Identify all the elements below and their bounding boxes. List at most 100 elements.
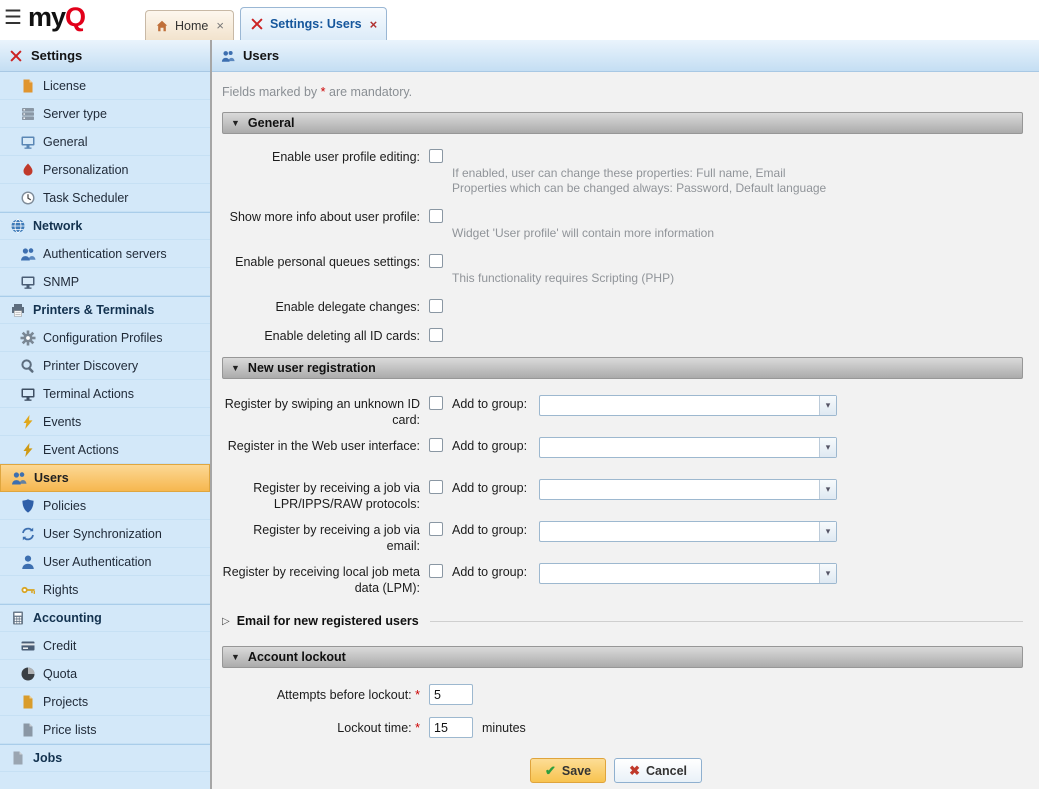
rights-icon: [20, 582, 36, 598]
row-enable-deleting-id-cards: Enable deleting all ID cards:: [222, 327, 1023, 344]
enable-delegate-changes-checkbox[interactable]: [429, 299, 443, 313]
divider: [430, 621, 1023, 622]
sidebar-item-events[interactable]: Events: [0, 408, 210, 436]
sidebar-item-printer-discovery[interactable]: Printer Discovery: [0, 352, 210, 380]
sidebar-item-user-synchronization[interactable]: User Synchronization: [0, 520, 210, 548]
close-tab-settings-icon[interactable]: ×: [370, 17, 378, 32]
cancel-button[interactable]: ✖ Cancel: [614, 758, 702, 783]
sidebar-item-policies[interactable]: Policies: [0, 492, 210, 520]
sidebar-title: Settings: [31, 48, 82, 63]
terminal-actions-icon: [20, 386, 36, 402]
show-more-info-checkbox[interactable]: [429, 209, 443, 223]
users-icon: [221, 49, 235, 63]
attempts-before-lockout-input[interactable]: [429, 684, 473, 705]
sidebar-item-license[interactable]: License: [0, 72, 210, 100]
sidebar-item-general[interactable]: General: [0, 128, 210, 156]
collapse-indicator-icon: ▼: [231, 118, 240, 128]
enable-user-profile-editing-checkbox[interactable]: [429, 149, 443, 163]
chevron-down-icon[interactable]: ▾: [819, 522, 836, 541]
row-enable-personal-queues: Enable personal queues settings: This fu…: [222, 253, 1023, 286]
collapse-indicator-icon: ▼: [231, 652, 240, 662]
expand-indicator-icon: ▷: [222, 616, 230, 627]
close-tab-home-icon[interactable]: ×: [216, 18, 224, 33]
snmp-icon: [20, 274, 36, 290]
sidebar-item-user-authentication[interactable]: User Authentication: [0, 548, 210, 576]
add-to-group-swipe-card-dropdown[interactable]: ▾: [539, 395, 837, 416]
sidebar-item-projects[interactable]: Projects: [0, 688, 210, 716]
section-header-account-lockout[interactable]: ▼ Account lockout: [222, 646, 1023, 668]
projects-icon: [20, 694, 36, 710]
configuration-profiles-icon: [20, 330, 36, 346]
sidebar-item-event-actions[interactable]: Event Actions: [0, 436, 210, 464]
sidebar-item-task-scheduler[interactable]: Task Scheduler: [0, 184, 210, 212]
tab-settings-users[interactable]: Settings: Users ×: [240, 7, 387, 40]
sidebar-item-price-lists[interactable]: Price lists: [0, 716, 210, 744]
action-buttons: ✔ Save ✖ Cancel: [530, 758, 1023, 783]
row-show-more-info: Show more info about user profile: Widge…: [222, 208, 1023, 241]
sidebar-item-printers-terminals[interactable]: Printers & Terminals: [0, 296, 210, 324]
row-register-swipe-card: Register by swiping an unknown ID card: …: [222, 395, 1023, 437]
row-attempts-before-lockout: Attempts before lockout: *: [222, 684, 1023, 705]
sidebar-item-quota[interactable]: Quota: [0, 660, 210, 688]
printers-terminals-icon: [10, 302, 26, 318]
sidebar-item-accounting[interactable]: Accounting: [0, 604, 210, 632]
personalization-icon: [20, 162, 36, 178]
network-icon: [10, 218, 26, 234]
home-icon: [155, 19, 169, 33]
chevron-down-icon[interactable]: ▾: [819, 564, 836, 583]
chevron-down-icon[interactable]: ▾: [819, 396, 836, 415]
collapse-indicator-icon: ▼: [231, 363, 240, 373]
sidebar-item-network[interactable]: Network: [0, 212, 210, 240]
register-lpr-ipps-raw-checkbox[interactable]: [429, 480, 443, 494]
row-enable-user-profile-editing: Enable user profile editing: If enabled,…: [222, 148, 1023, 196]
section-header-general[interactable]: ▼ General: [222, 112, 1023, 134]
sidebar-item-personalization[interactable]: Personalization: [0, 156, 210, 184]
task-scheduler-icon: [20, 190, 36, 206]
menu-icon[interactable]: ☰: [4, 8, 22, 28]
sidebar-item-terminal-actions[interactable]: Terminal Actions: [0, 380, 210, 408]
row-register-lpr-ipps-raw: Register by receiving a job via LPR/IPPS…: [222, 479, 1023, 521]
help-text: If enabled, user can change these proper…: [452, 166, 826, 196]
chevron-down-icon[interactable]: ▾: [819, 438, 836, 457]
credit-icon: [20, 638, 36, 654]
users-settings-panel: Users Fields marked by * are mandatory. …: [212, 40, 1039, 789]
tab-settings-users-label: Settings: Users: [270, 17, 362, 31]
register-lpm-checkbox[interactable]: [429, 564, 443, 578]
sidebar-item-server-type[interactable]: Server type: [0, 100, 210, 128]
user-synchronization-icon: [20, 526, 36, 542]
add-to-group-lpm-dropdown[interactable]: ▾: [539, 563, 837, 584]
settings-icon: [250, 17, 264, 31]
enable-personal-queues-checkbox[interactable]: [429, 254, 443, 268]
x-icon: ✖: [629, 763, 640, 779]
add-to-group-web-interface-dropdown[interactable]: ▾: [539, 437, 837, 458]
save-button[interactable]: ✔ Save: [530, 758, 606, 783]
lockout-time-input[interactable]: [429, 717, 473, 738]
sidebar-item-jobs[interactable]: Jobs: [0, 744, 210, 772]
help-text: This functionality requires Scripting (P…: [452, 271, 674, 286]
chevron-down-icon[interactable]: ▾: [819, 480, 836, 499]
tab-home[interactable]: Home ×: [145, 10, 234, 40]
add-to-group-lpr-ipps-raw-dropdown[interactable]: ▾: [539, 479, 837, 500]
top-bar: ☰ myQ Home × Settings: Users ×: [0, 0, 1039, 40]
users-icon: [11, 470, 27, 486]
sidebar-item-authentication-servers[interactable]: Authentication servers: [0, 240, 210, 268]
sidebar-item-snmp[interactable]: SNMP: [0, 268, 210, 296]
event-actions-icon: [20, 442, 36, 458]
sidebar-item-rights[interactable]: Rights: [0, 576, 210, 604]
register-email-checkbox[interactable]: [429, 522, 443, 536]
enable-deleting-id-cards-checkbox[interactable]: [429, 328, 443, 342]
tab-strip: Home × Settings: Users ×: [145, 7, 387, 40]
register-web-interface-checkbox[interactable]: [429, 438, 443, 452]
sidebar-item-users[interactable]: Users: [0, 464, 210, 492]
add-to-group-email-dropdown[interactable]: ▾: [539, 521, 837, 542]
section-header-new-user-registration[interactable]: ▼ New user registration: [222, 357, 1023, 379]
register-swipe-card-checkbox[interactable]: [429, 396, 443, 410]
sidebar-item-configuration-profiles[interactable]: Configuration Profiles: [0, 324, 210, 352]
settings-sidebar: Settings License Server type General Per…: [0, 40, 212, 789]
collapsed-section-email-for-new-registered-users[interactable]: ▷ Email for new registered users: [222, 609, 1023, 633]
user-authentication-icon: [20, 554, 36, 570]
check-icon: ✔: [545, 763, 556, 779]
help-text: Widget 'User profile' will contain more …: [452, 226, 714, 241]
sidebar-item-credit[interactable]: Credit: [0, 632, 210, 660]
mandatory-note: Fields marked by * are mandatory.: [222, 85, 1023, 99]
